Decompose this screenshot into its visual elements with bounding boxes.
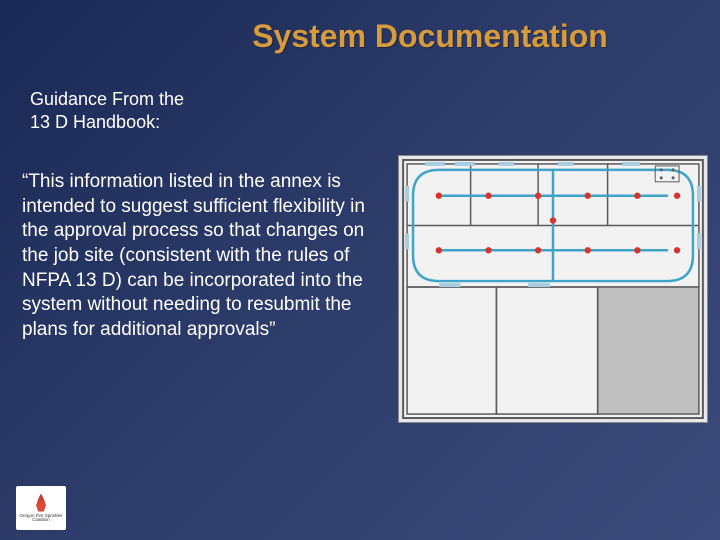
coalition-logo: Oregon Fire Sprinkler Coalition <box>16 486 66 530</box>
slide-title: System Documentation <box>0 18 720 55</box>
logo-text: Oregon Fire Sprinkler Coalition <box>18 514 64 523</box>
slide-body-text: “This information listed in the annex is… <box>22 170 372 343</box>
slide-subtitle: Guidance From the13 D Handbook: <box>30 88 184 135</box>
floorplan-diagram <box>398 155 708 423</box>
flame-icon <box>34 494 48 512</box>
